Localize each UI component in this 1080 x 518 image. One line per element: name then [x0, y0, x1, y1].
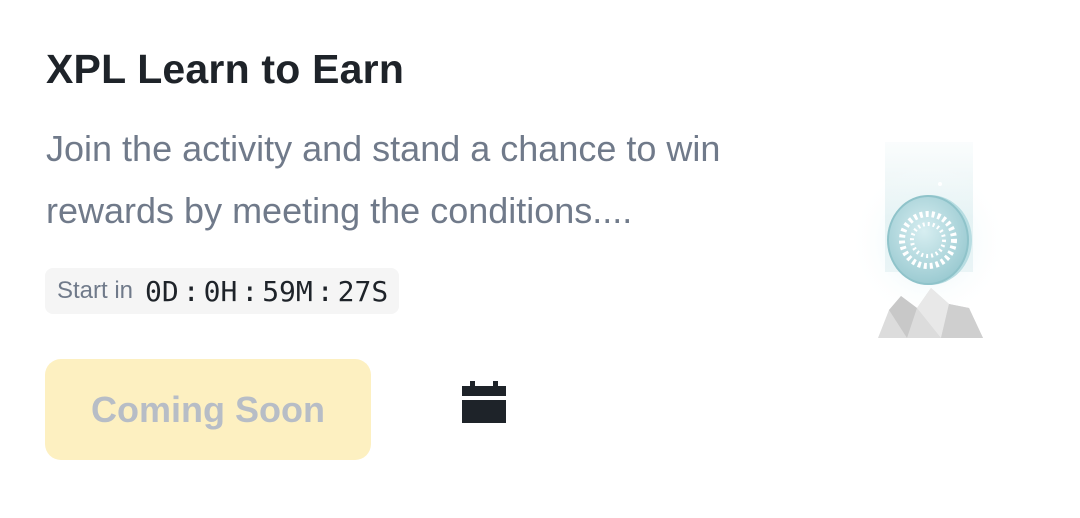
coming-soon-button[interactable]: Coming Soon	[45, 359, 371, 460]
countdown-separator: :	[182, 274, 200, 308]
coin-illustration-icon	[845, 138, 1015, 340]
countdown-label: Start in	[57, 277, 134, 304]
activity-title: XPL Learn to Earn	[46, 46, 405, 92]
countdown-badge: Start in 0D : 0H : 59M : 27S	[45, 268, 400, 314]
activity-card: XPL Learn to Earn Join the activity and …	[0, 0, 1080, 518]
countdown-days: 0D	[145, 274, 179, 308]
calendar-icon[interactable]	[461, 381, 507, 425]
activity-description: Join the activity and stand a chance to …	[46, 128, 721, 231]
countdown-separator: :	[316, 274, 334, 308]
countdown-minutes: 59M	[262, 274, 313, 308]
countdown-hours: 0H	[203, 274, 238, 308]
countdown-timer: 0D : 0H : 59M : 27S	[145, 275, 388, 308]
countdown-separator: :	[241, 274, 259, 308]
countdown-seconds: 27S	[337, 274, 389, 308]
